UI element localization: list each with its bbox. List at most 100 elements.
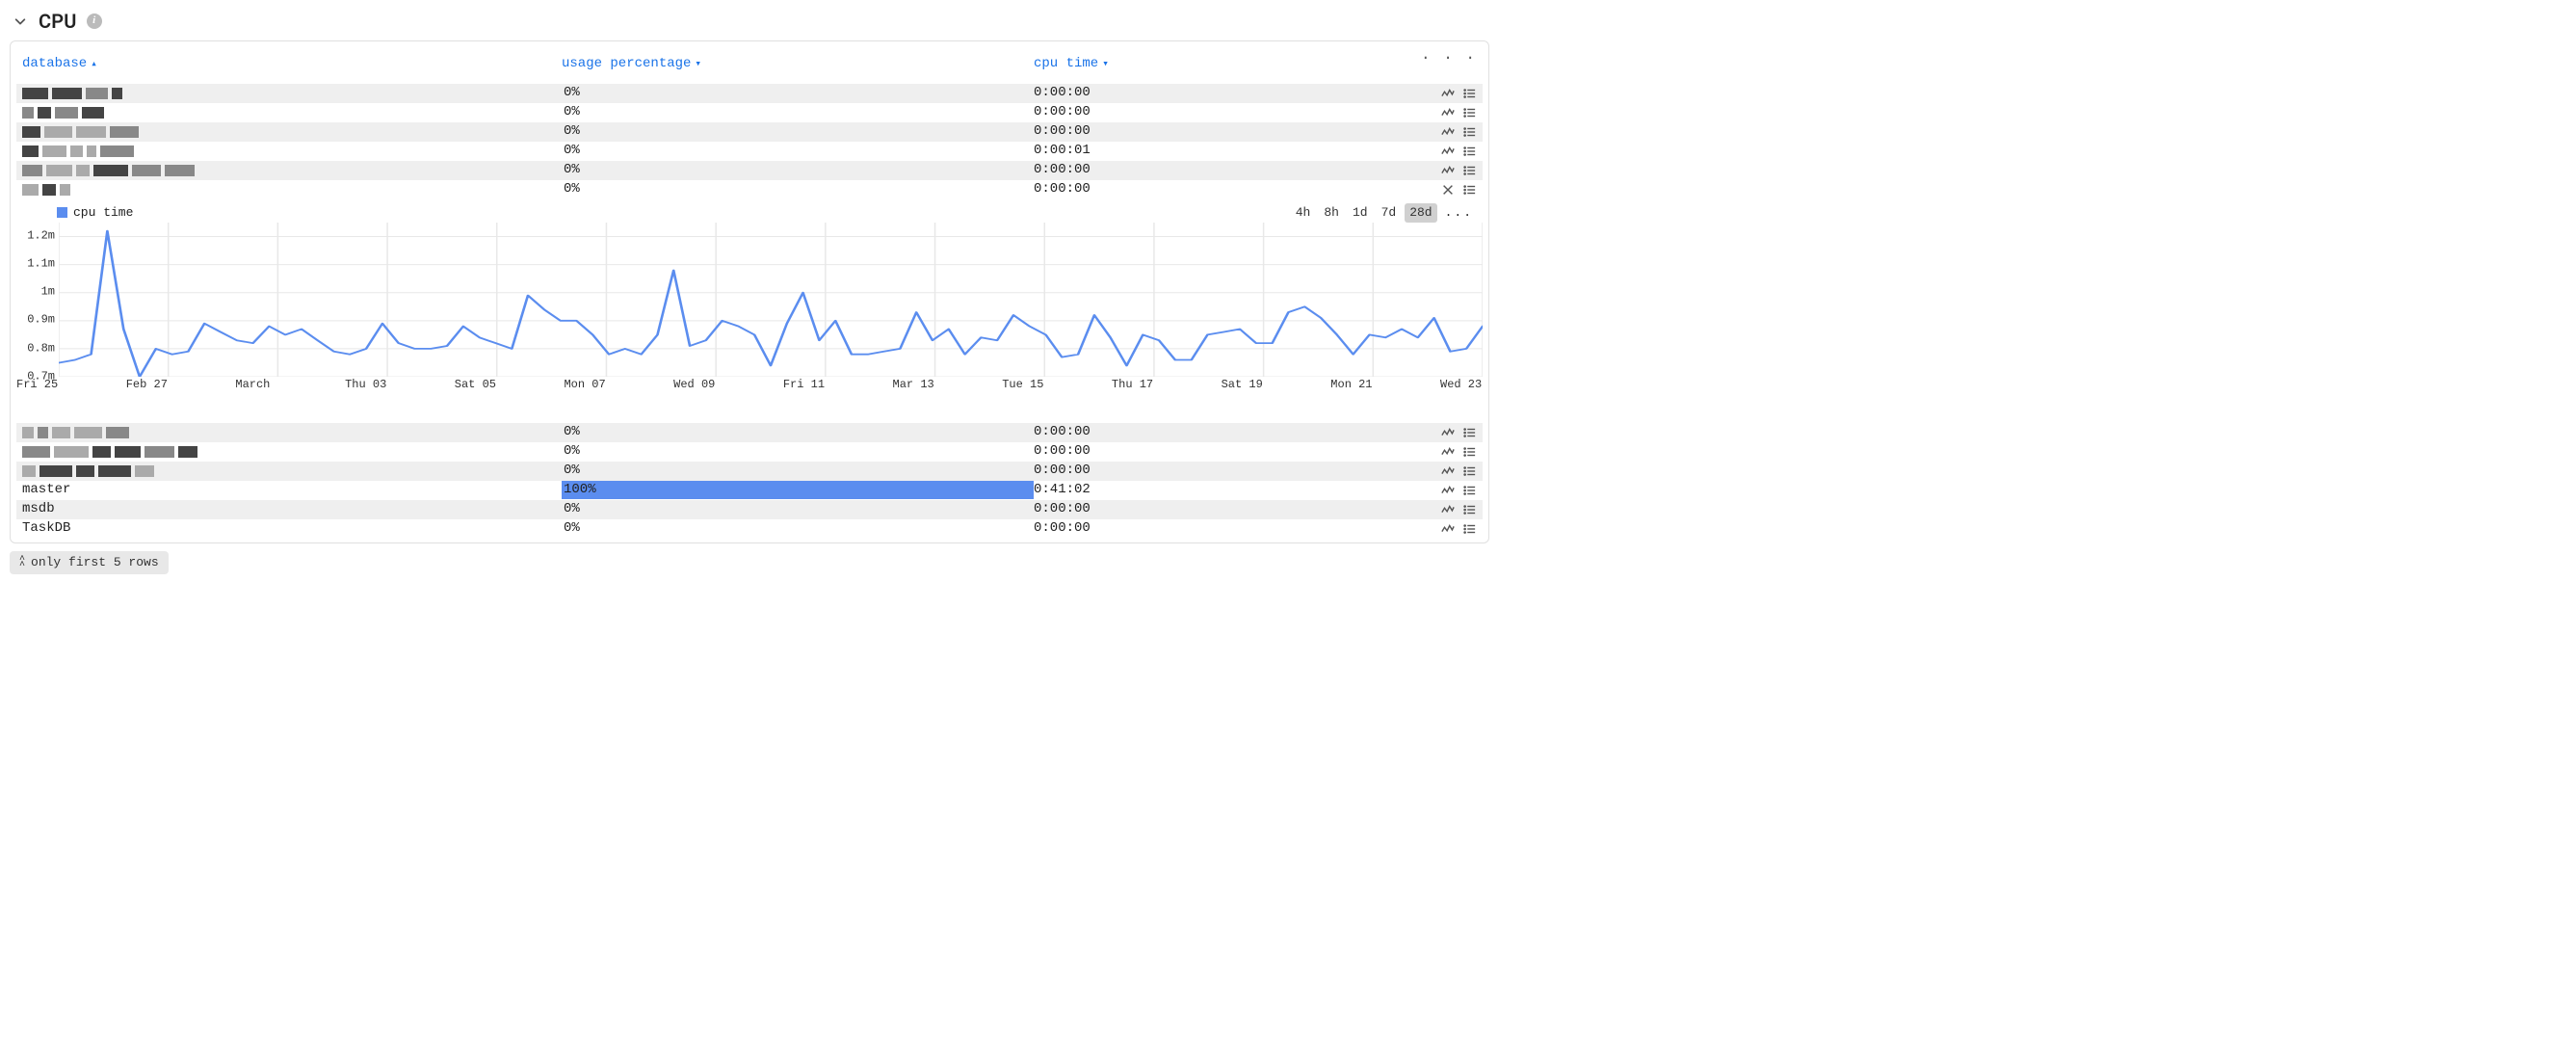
sparkline-icon[interactable] [1440, 521, 1456, 537]
cell-cpu-time: 0:00:00 [1034, 180, 1433, 199]
usage-label: 0% [562, 181, 580, 197]
cell-actions [1433, 483, 1477, 498]
list-icon[interactable] [1461, 521, 1477, 537]
list-icon[interactable] [1461, 182, 1477, 198]
sparkline-icon[interactable] [1440, 163, 1456, 178]
sparkline-icon[interactable] [1440, 105, 1456, 120]
cell-actions [1433, 425, 1477, 440]
table-row: master100%0:41:02 [16, 481, 1483, 500]
y-tick: 0.9m [27, 312, 55, 329]
col-header-usage[interactable]: usage percentage [562, 55, 1034, 74]
range-more-icon[interactable]: ... [1441, 203, 1477, 223]
cell-usage: 0% [562, 462, 1034, 481]
time-range-picker: 4h8h1d7d28d... [1291, 203, 1477, 223]
cell-cpu-time: 0:00:00 [1034, 500, 1433, 519]
cell-usage: 0% [562, 161, 1034, 180]
cell-usage: 0% [562, 500, 1034, 519]
cpu-panel: . . . database usage percentage cpu time… [10, 40, 1489, 543]
range-8h[interactable]: 8h [1319, 203, 1344, 223]
usage-label: 0% [562, 443, 580, 459]
table-row: 0% 0:00:00 [16, 462, 1483, 481]
list-icon[interactable] [1461, 483, 1477, 498]
redacted-text [22, 184, 70, 196]
pagination-pill[interactable]: only first 5 rows [10, 551, 169, 574]
cell-cpu-time: 0:00:00 [1034, 462, 1433, 481]
table-row: TaskDB0%0:00:00 [16, 519, 1483, 539]
collapse-toggle[interactable] [12, 13, 29, 30]
col-header-database[interactable]: database [22, 55, 562, 74]
table-row: 0%0:00:00 [16, 161, 1483, 180]
cell-actions [1433, 521, 1477, 537]
cell-database [22, 446, 562, 458]
sparkline-icon[interactable] [1440, 86, 1456, 101]
x-tick: Fri 11 [783, 377, 825, 393]
x-tick: Sat 05 [455, 377, 496, 393]
sparkline-icon[interactable] [1440, 463, 1456, 479]
table-row: 0%0:00:01 [16, 142, 1483, 161]
redacted-text [22, 465, 154, 477]
list-icon[interactable] [1461, 163, 1477, 178]
range-7d[interactable]: 7d [1377, 203, 1402, 223]
cell-usage: 0% [562, 103, 1034, 122]
cell-actions [1433, 124, 1477, 140]
usage-label: 0% [562, 123, 580, 139]
cell-cpu-time: 0:00:00 [1034, 161, 1433, 180]
x-tick: Wed 23 [1440, 377, 1482, 393]
sparkline-icon[interactable] [1440, 144, 1456, 159]
table-body-top: 0%0:00:000%0:00:000%0:00:000%0:00:010%0:… [16, 84, 1483, 199]
list-icon[interactable] [1461, 86, 1477, 101]
list-icon[interactable] [1461, 124, 1477, 140]
list-icon[interactable] [1461, 144, 1477, 159]
usage-label: 0% [562, 85, 580, 100]
chart-plot-area[interactable] [59, 223, 1483, 377]
legend-swatch [57, 207, 67, 218]
usage-label: 100% [562, 482, 596, 497]
cell-usage: 100% [562, 481, 1034, 500]
table-row: 0%0:00:00 [16, 442, 1483, 462]
x-tick: Tue 15 [1002, 377, 1043, 393]
sort-asc-icon [91, 55, 97, 74]
sparkline-icon[interactable] [1440, 124, 1456, 140]
cell-actions [1433, 86, 1477, 101]
usage-bar [562, 481, 1034, 500]
sparkline-icon[interactable] [1440, 444, 1456, 460]
x-tick: March [235, 377, 270, 393]
cell-cpu-time: 0:00:00 [1034, 122, 1433, 142]
redacted-text [22, 427, 129, 438]
range-4h[interactable]: 4h [1291, 203, 1316, 223]
info-icon[interactable]: i [87, 13, 102, 29]
cpu-table: database usage percentage cpu time 0%0:0… [16, 41, 1483, 199]
table-row: 0% 0:00:00 [16, 180, 1483, 199]
sparkline-icon[interactable] [1440, 425, 1456, 440]
x-tick: Thu 17 [1112, 377, 1153, 393]
range-28d[interactable]: 28d [1405, 203, 1436, 223]
y-axis: 1.2m1.1m1m0.9m0.8m0.7m [16, 223, 59, 377]
list-icon[interactable] [1461, 105, 1477, 120]
list-icon[interactable] [1461, 502, 1477, 517]
y-tick: 1.1m [27, 256, 55, 273]
usage-label: 0% [562, 104, 580, 119]
list-icon[interactable] [1461, 444, 1477, 460]
sort-desc-icon [695, 55, 701, 74]
close-icon[interactable] [1440, 182, 1456, 198]
table-row: 0%0:00:00 [16, 103, 1483, 122]
cell-actions [1433, 463, 1477, 479]
chart-legend: cpu time [57, 204, 133, 222]
section-header: CPU i [10, 6, 1489, 40]
range-1d[interactable]: 1d [1348, 203, 1373, 223]
sparkline-icon[interactable] [1440, 483, 1456, 498]
sort-desc-icon [1102, 55, 1109, 74]
table-row: 0%0:00:00 [16, 84, 1483, 103]
cell-usage: 0% [562, 84, 1034, 103]
col-header-cpu-time[interactable]: cpu time [1034, 55, 1477, 74]
panel-menu-icon[interactable]: . . . [1417, 45, 1481, 65]
x-tick: Mon 21 [1330, 377, 1372, 393]
list-icon[interactable] [1461, 425, 1477, 440]
cell-actions [1433, 144, 1477, 159]
usage-label: 0% [562, 463, 580, 478]
table-body-bottom: 0%0:00:000%0:00:000%0:00:00master100%0:4… [16, 423, 1483, 539]
usage-label: 0% [562, 501, 580, 516]
cell-usage: 0% [562, 142, 1034, 161]
sparkline-icon[interactable] [1440, 502, 1456, 517]
list-icon[interactable] [1461, 463, 1477, 479]
